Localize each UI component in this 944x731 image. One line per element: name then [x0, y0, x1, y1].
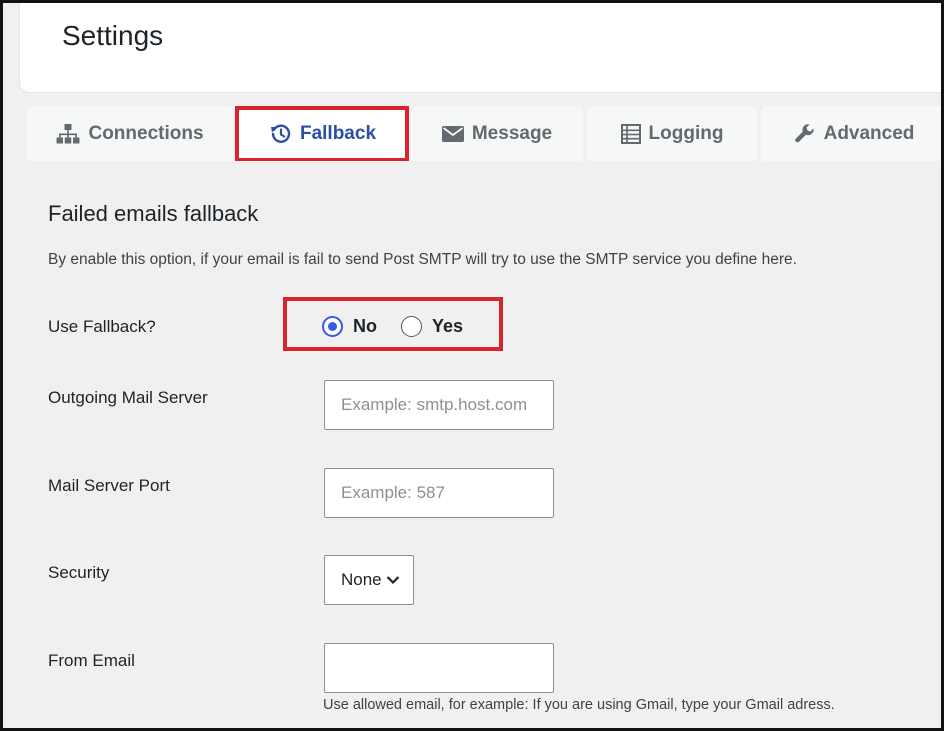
chevron-down-icon	[386, 576, 399, 585]
from-email-label: From Email	[48, 651, 135, 670]
radio-no-label: No	[353, 316, 377, 336]
security-select[interactable]: None	[324, 555, 414, 605]
page-title: Settings	[62, 20, 164, 51]
tab-advanced[interactable]: Advanced	[761, 106, 941, 161]
radio-no[interactable]	[322, 316, 343, 337]
tab-label: Message	[471, 122, 553, 144]
tab-label: Fallback	[299, 122, 377, 144]
envelope-icon	[441, 125, 464, 142]
settings-header: Settings	[19, 3, 941, 93]
section-title: Failed emails fallback	[48, 201, 259, 226]
history-icon	[270, 124, 291, 143]
outgoing-mail-server-label: Outgoing Mail Server	[48, 388, 208, 407]
tab-label: Advanced	[823, 122, 915, 144]
list-icon	[620, 123, 641, 144]
fallback-panel: Failed emails fallback By enable this op…	[3, 161, 941, 728]
settings-window: Settings Connections Fallback Message Lo…	[0, 0, 944, 731]
tab-label: Logging	[648, 122, 724, 144]
outgoing-mail-server-input[interactable]	[324, 380, 554, 430]
radio-yes[interactable]	[401, 316, 422, 337]
from-email-hint: Use allowed email, for example: If you a…	[323, 697, 835, 713]
tab-bar: Connections Fallback Message Logging Adv…	[3, 103, 941, 162]
tab-logging[interactable]: Logging	[587, 106, 757, 161]
radio-option-no[interactable]: No	[322, 316, 377, 337]
sitemap-icon	[56, 123, 80, 143]
mail-server-port-label: Mail Server Port	[48, 476, 170, 495]
security-selected-value: None	[341, 570, 382, 589]
use-fallback-radio-group: No Yes	[322, 316, 463, 337]
radio-yes-label: Yes	[432, 316, 464, 336]
tab-message[interactable]: Message	[411, 106, 583, 161]
tab-connections[interactable]: Connections	[27, 106, 233, 161]
wrench-icon	[794, 123, 814, 142]
mail-server-port-input[interactable]	[324, 468, 554, 518]
from-email-input[interactable]	[324, 643, 554, 693]
section-description: By enable this option, if your email is …	[48, 251, 797, 268]
security-label: Security	[48, 563, 110, 582]
tab-fallback[interactable]: Fallback	[239, 106, 407, 161]
radio-option-yes[interactable]: Yes	[401, 316, 463, 337]
tab-label: Connections	[88, 122, 204, 144]
use-fallback-label: Use Fallback?	[48, 317, 156, 336]
